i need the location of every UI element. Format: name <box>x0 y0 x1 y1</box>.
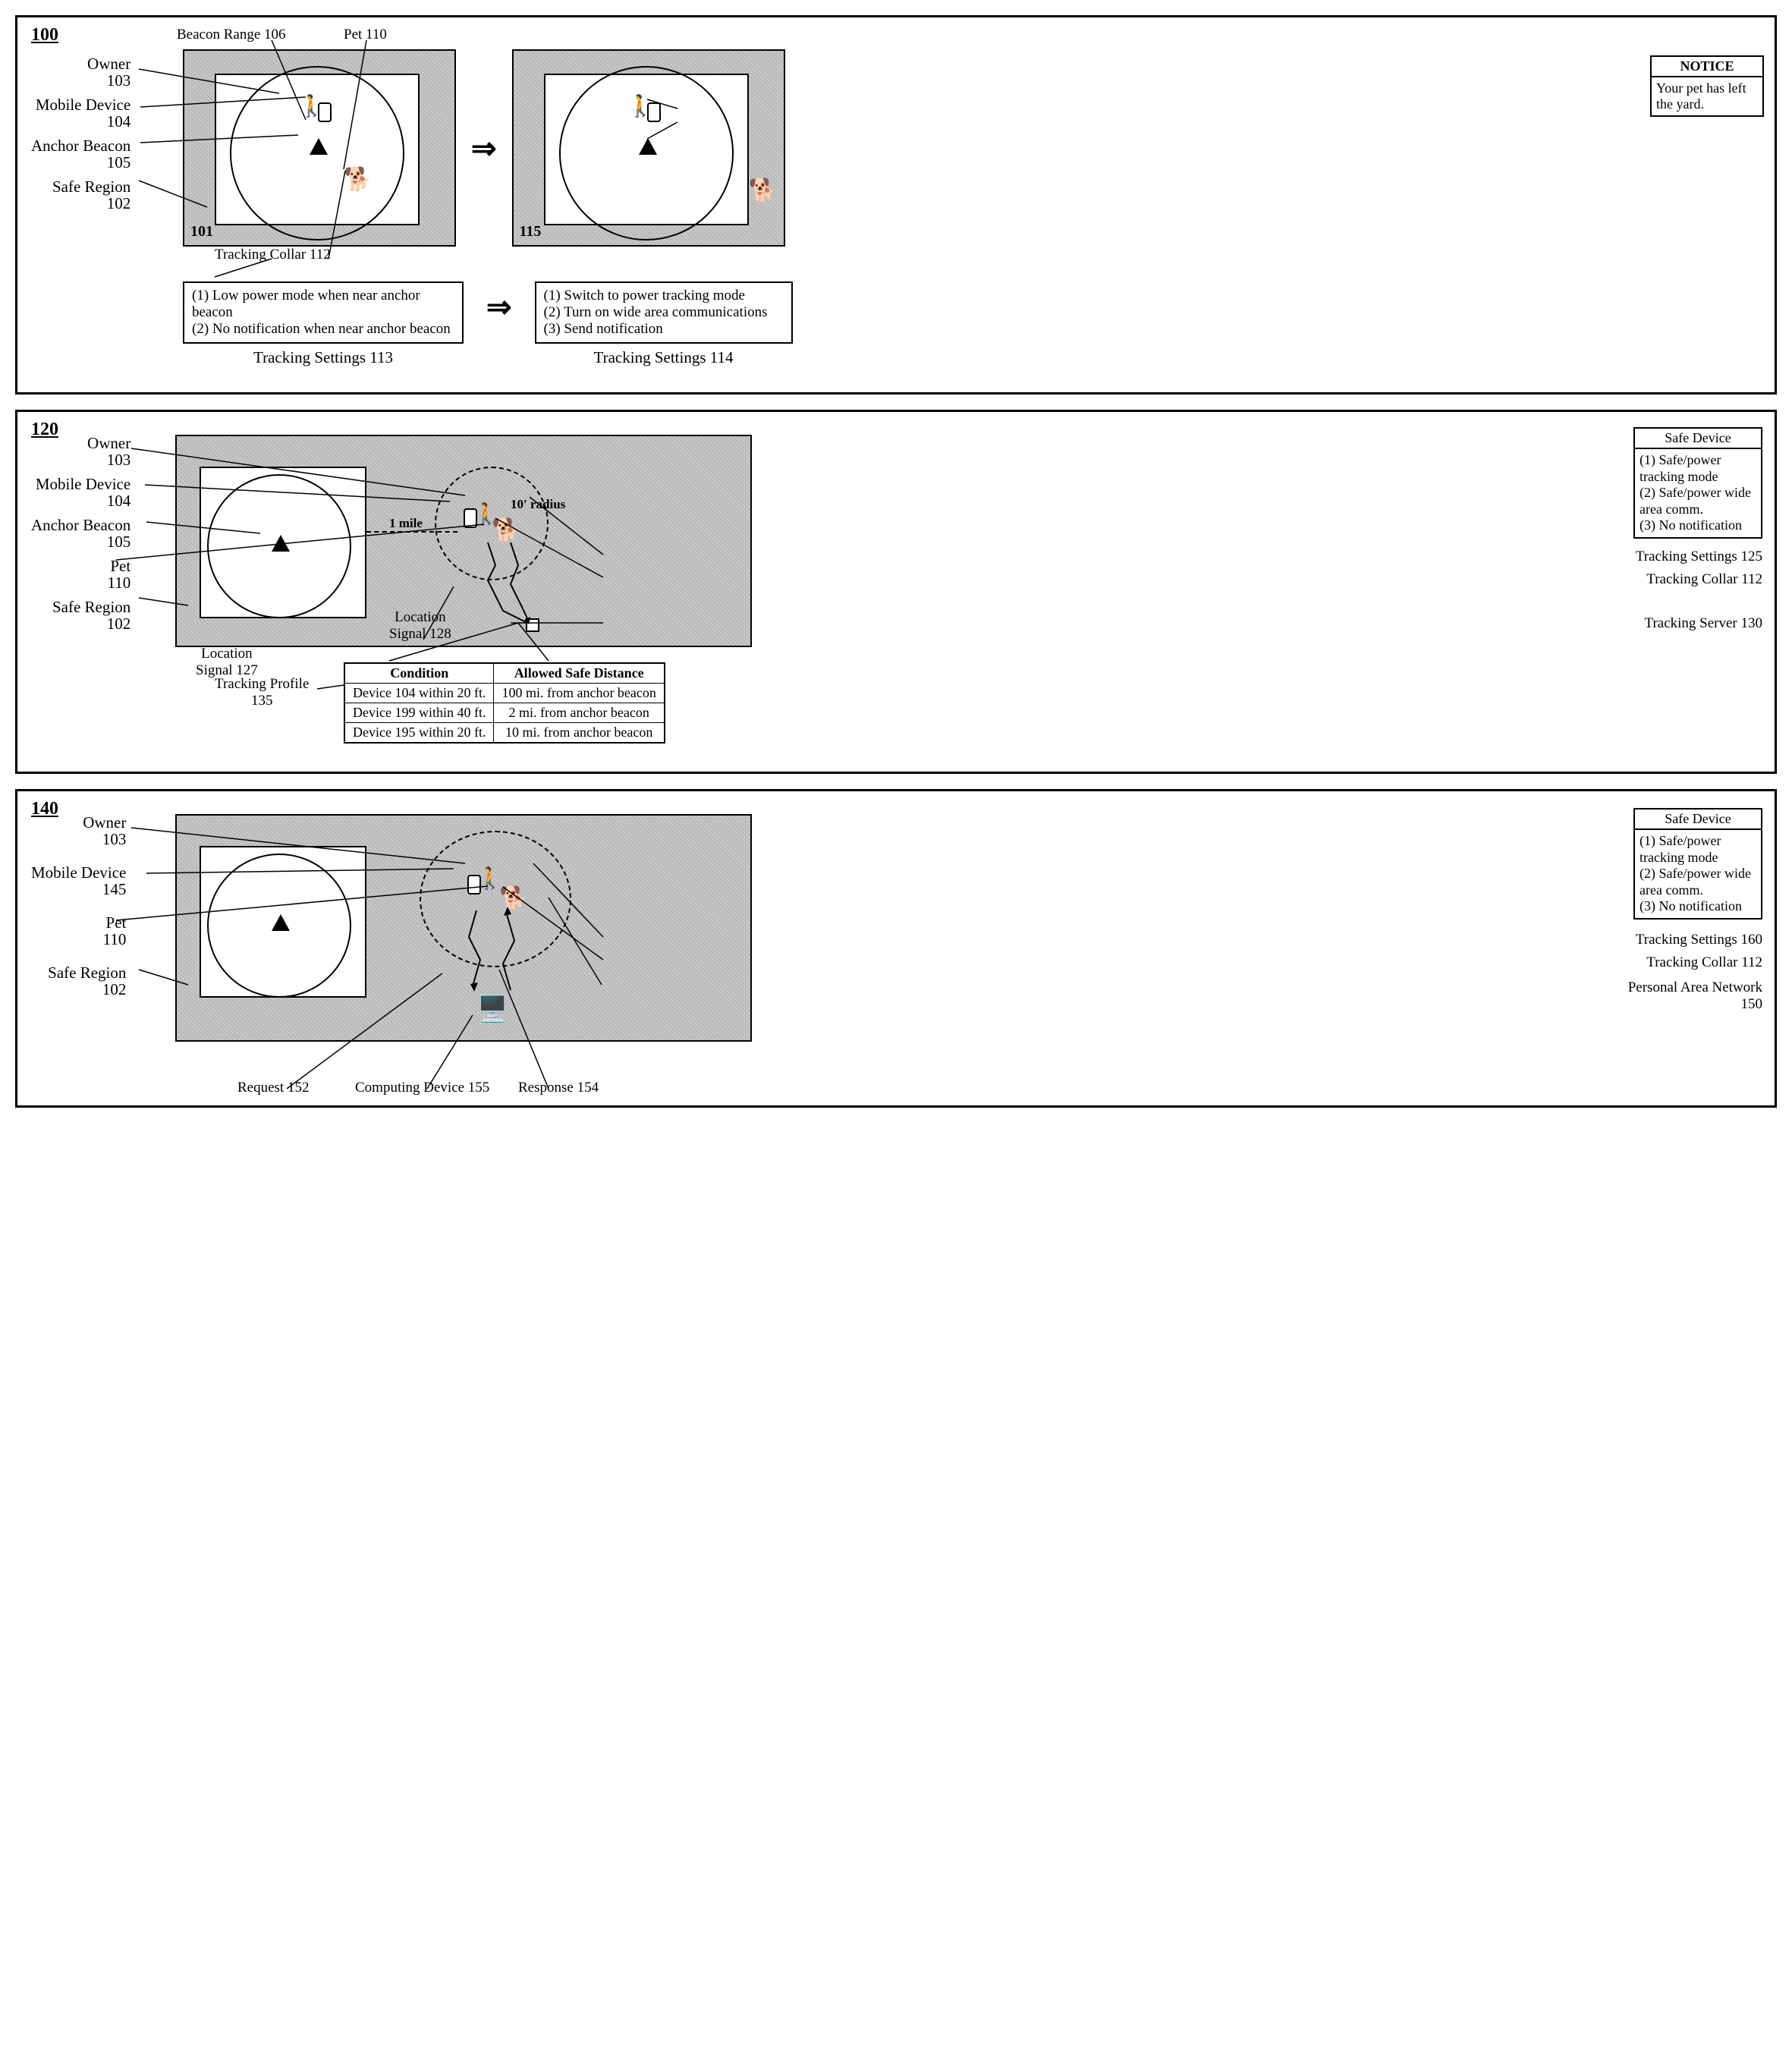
radius-text: 10' radius <box>511 497 565 512</box>
scene-140: 🚶 🐕 🖥️ <box>175 814 752 1042</box>
notice-body: Your pet has left the yard. <box>1652 77 1762 115</box>
label-safe-region-140: Safe Region102 <box>48 964 126 998</box>
tracking-collar-label: Tracking Collar 112 <box>215 247 331 263</box>
req-resp-lines <box>461 907 552 1005</box>
safe-device-box-140: Safe Device (1) Safe/power tracking mode… <box>1633 808 1762 920</box>
notice-popup: NOTICE Your pet has left the yard. <box>1650 55 1764 117</box>
scene-115: 🚶 🐕 115 <box>512 49 785 247</box>
panel-id-100: 100 <box>31 25 58 46</box>
panel-140: 140 Owner103 Mobile Device145 Pet110 Saf… <box>15 789 1777 1108</box>
pet-icon: 🐕 <box>344 168 372 191</box>
label-beacon-range: Beacon Range 106 <box>177 27 286 43</box>
tracking-settings-160: Tracking Settings 160 <box>1636 932 1762 948</box>
mobile-device-icon-140 <box>467 875 481 894</box>
tracking-settings-125: Tracking Settings 125 <box>1636 549 1762 565</box>
tracking-settings-113: (1) Low power mode when near anchor beac… <box>183 281 464 367</box>
tracking-collar-112-label-140: Tracking Collar 112 <box>1646 954 1762 971</box>
table-row: Device 195 within 20 ft.10 mi. from anch… <box>344 723 665 744</box>
label-pet-120: Pet110 <box>107 558 130 591</box>
one-mile-text: 1 mile <box>389 516 423 531</box>
label-owner-140: Owner103 <box>83 814 126 847</box>
anchor-beacon-icon-2 <box>639 138 657 155</box>
anchor-beacon-icon-120 <box>272 535 290 552</box>
mobile-device-icon <box>318 102 332 122</box>
label-pet-top: Pet 110 <box>344 27 387 43</box>
request-label: Request 152 <box>237 1080 309 1096</box>
anchor-beacon-icon-140 <box>272 914 290 931</box>
table-row: Device 199 within 40 ft.2 mi. from ancho… <box>344 703 665 723</box>
label-mobile-device-120: Mobile Device104 <box>36 476 130 509</box>
label-anchor-beacon-120: Anchor Beacon105 <box>31 517 130 550</box>
tracking-profile-table: ConditionAllowed Safe Distance Device 10… <box>344 662 665 744</box>
label-anchor-beacon: Anchor Beacon105 <box>31 137 130 171</box>
response-label: Response 154 <box>518 1080 599 1096</box>
label-pet-140: Pet110 <box>103 914 127 948</box>
location-signal-127: LocationSignal 127 <box>196 646 258 679</box>
pet-icon-outside: 🐕 <box>749 180 777 203</box>
notice-title: NOTICE <box>1652 57 1762 77</box>
scene-tag-101: 101 <box>190 223 213 241</box>
scene-tag-115: 115 <box>520 223 542 241</box>
tracking-profile-label: Tracking Profile135 <box>215 676 309 709</box>
location-signal-128: LocationSignal 128 <box>389 609 451 643</box>
label-safe-region: Safe Region102 <box>52 178 130 212</box>
scene-101: 🚶 🐕 101 <box>183 49 456 247</box>
table-row: Device 104 within 20 ft.100 mi. from anc… <box>344 684 665 703</box>
label-owner-120: Owner103 <box>87 435 130 468</box>
label-safe-region-120: Safe Region102 <box>52 599 130 632</box>
panel-100: 100 Beacon Range 106 Pet 110 Owner103 Mo… <box>15 15 1777 395</box>
label-mobile-device: Mobile Device104 <box>36 96 130 130</box>
tracking-settings-114: (1) Switch to power tracking mode (2) Tu… <box>535 281 793 367</box>
computing-device-label: Computing Device 155 <box>355 1080 489 1096</box>
signal-lines <box>465 535 571 634</box>
panel-120: 120 Owner103 Mobile Device104 Anchor Bea… <box>15 410 1777 774</box>
mobile-device-icon-2 <box>647 102 661 122</box>
label-mobile-device-140: Mobile Device145 <box>31 864 126 898</box>
one-mile-line <box>366 531 457 533</box>
scene-120: 🚶 🐕 1 mile 10' radius <box>175 435 752 647</box>
tracking-server-130-label: Tracking Server 130 <box>1645 615 1763 632</box>
safe-device-box-120: Safe Device (1) Safe/power tracking mode… <box>1633 427 1762 539</box>
anchor-beacon-icon <box>310 138 328 155</box>
pan-label: Personal Area Network150 <box>1628 979 1762 1013</box>
mobile-device-icon-120 <box>464 508 477 528</box>
tracking-collar-112-label: Tracking Collar 112 <box>1646 571 1762 588</box>
arrow-icon-2: ⇒ <box>486 289 512 325</box>
label-owner: Owner103 <box>87 55 130 89</box>
arrow-icon: ⇒ <box>471 130 497 166</box>
